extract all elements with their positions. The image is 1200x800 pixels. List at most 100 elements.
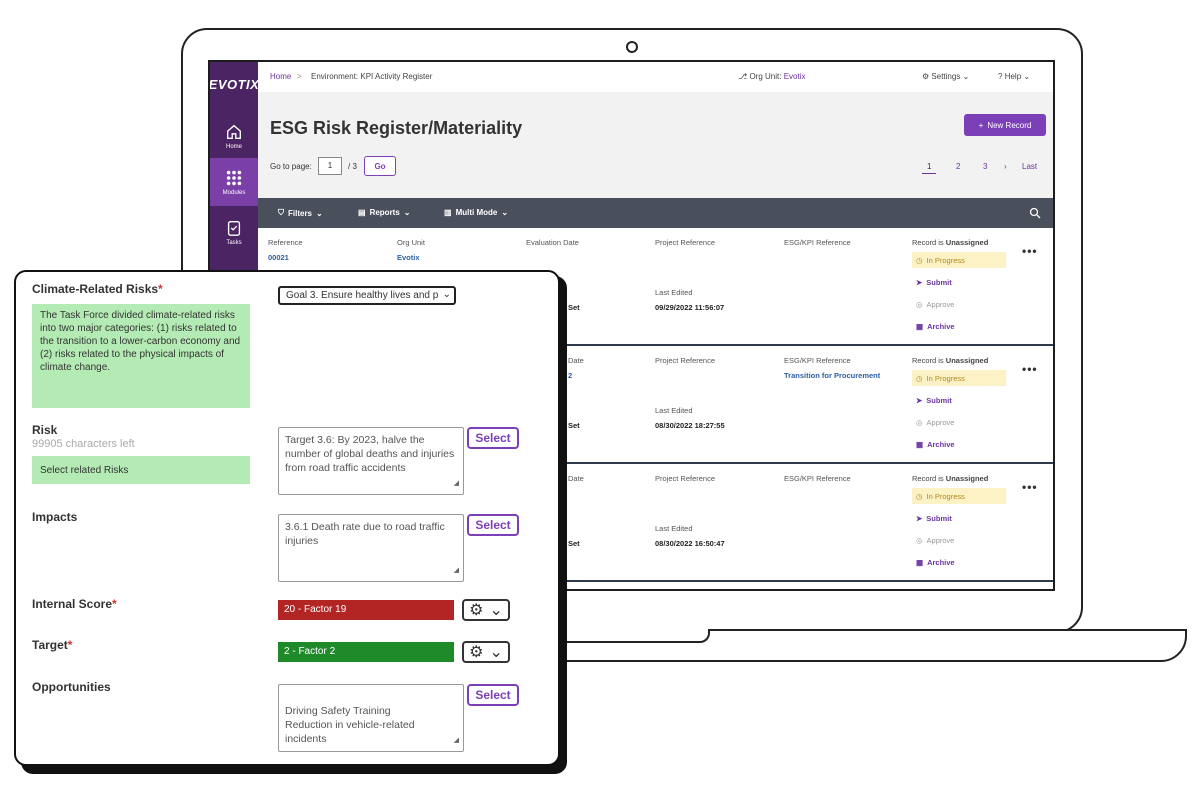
submit-label: Submit — [926, 514, 952, 523]
target-settings-button[interactable]: ⚙ ⌄ — [462, 641, 510, 663]
help-menu[interactable]: ? Help ⌄ — [998, 72, 1030, 81]
archive-icon: ▦ — [916, 558, 924, 567]
esg-kpi-label: ESG/KPI Reference — [784, 474, 851, 483]
org-unit-label: Org Unit — [397, 238, 425, 247]
risk-value: Target 3.6: By 2023, halve the number of… — [285, 434, 455, 474]
gear-icon: ⚙ — [469, 602, 484, 619]
evaluation-date-value[interactable]: 2 — [568, 371, 572, 380]
resize-handle-icon[interactable]: ◢ — [454, 477, 459, 491]
reference-label: Reference — [268, 238, 303, 247]
record-is-label: Record is — [912, 238, 944, 247]
page-1-link[interactable]: 1 — [922, 162, 937, 174]
settings-label: Settings — [931, 72, 961, 81]
archive-button[interactable]: ▦ Archive — [916, 322, 955, 331]
submit-label: Submit — [926, 396, 952, 405]
reference-value[interactable]: 00021 — [268, 253, 289, 262]
risk-hint: Select related Risks — [32, 456, 250, 484]
resize-handle-icon[interactable]: ◢ — [454, 734, 459, 748]
laptop-notch — [555, 629, 710, 643]
status-badge: ◷ In Progress — [912, 488, 1006, 504]
climate-risks-text: Climate-Related Risks — [32, 282, 159, 296]
more-options-icon[interactable]: ••• — [1022, 362, 1038, 376]
gear-icon: ⚙ — [469, 644, 484, 661]
settings-menu[interactable]: ⚙ Settings ⌄ — [922, 72, 969, 81]
chevron-down-icon: ⌄ — [1023, 72, 1031, 81]
submit-button[interactable]: ➤ Submit — [916, 278, 952, 287]
esg-kpi-value[interactable]: Transition for Procurement — [784, 371, 880, 380]
more-options-icon[interactable]: ••• — [1022, 244, 1038, 258]
archive-label: Archive — [927, 558, 955, 567]
internal-score-settings-button[interactable]: ⚙ ⌄ — [462, 599, 510, 621]
chevron-down-icon: ⌄ — [489, 644, 503, 661]
reports-label: Reports — [369, 208, 400, 217]
breadcrumb-separator: > — [297, 72, 302, 81]
archive-button[interactable]: ▦ Archive — [916, 440, 955, 449]
filters-label: Filters — [288, 208, 313, 218]
new-record-button[interactable]: + New Record — [964, 114, 1046, 136]
resize-handle-icon[interactable]: ◢ — [454, 564, 459, 578]
page-2-link[interactable]: 2 — [956, 162, 960, 171]
status-badge: ◷ In Progress — [912, 370, 1006, 386]
org-unit[interactable]: ⎇ Org Unit: Evotix — [738, 72, 806, 81]
filters-button[interactable]: ⛉ Filters ⌄ — [278, 208, 323, 218]
chevron-down-icon: ⌄ — [962, 72, 970, 81]
record-is-label: Record is — [912, 474, 944, 483]
submit-button[interactable]: ➤ Submit — [916, 514, 952, 523]
approve-button[interactable]: ◎ Approve — [916, 418, 954, 427]
opportunities-value: Driving Safety Training Reduction in veh… — [285, 705, 415, 745]
logo[interactable]: EVOTIX — [210, 62, 259, 106]
toolbar: ⛉ Filters ⌄ ▤ Reports ⌄ ▥ Multi Mode ⌄ — [258, 198, 1053, 228]
clipboard-icon — [227, 220, 241, 236]
target-label: Target* — [32, 638, 72, 652]
climate-risks-help: The Task Force divided climate-related r… — [32, 304, 250, 408]
org-unit-value[interactable]: Evotix — [397, 253, 420, 262]
goal-select[interactable]: Goal 3. Ensure healthy lives and p ⌄ — [278, 286, 456, 305]
opportunities-textarea[interactable]: Driving Safety Training Reduction in veh… — [278, 684, 464, 752]
risk-characters-left: 99905 characters left — [32, 438, 135, 450]
project-reference-label: Project Reference — [655, 474, 716, 483]
opportunities-select-button[interactable]: Select — [467, 684, 519, 706]
approve-label: Approve — [926, 536, 955, 545]
last-page-link[interactable]: Last — [1022, 162, 1037, 171]
reports-button[interactable]: ▤ Reports ⌄ — [358, 208, 411, 217]
status-label: In Progress — [926, 491, 965, 501]
goto-page-input[interactable]: 1 — [318, 157, 342, 175]
approve-button[interactable]: ◎ Approve — [916, 536, 954, 545]
sidebar-item-home[interactable]: Home — [210, 112, 258, 160]
next-page-icon[interactable]: › — [1004, 162, 1007, 171]
breadcrumb-home[interactable]: Home — [270, 72, 291, 81]
risk-textarea[interactable]: Target 3.6: By 2023, halve the number of… — [278, 427, 464, 495]
search-icon[interactable] — [1029, 207, 1041, 221]
submit-button[interactable]: ➤ Submit — [916, 396, 952, 405]
evaluation-date-label: Date — [568, 474, 584, 483]
evaluation-date-label: Date — [568, 356, 584, 365]
assignment-status: Record is Unassigned — [912, 474, 988, 483]
status-label: In Progress — [926, 373, 965, 383]
sidebar-item-modules[interactable]: Modules — [210, 158, 258, 206]
approve-label: Approve — [926, 418, 955, 427]
sidebar-item-tasks[interactable]: Tasks — [210, 208, 258, 256]
last-edited-label: Last Edited — [655, 524, 693, 533]
status-badge: ◷ In Progress — [912, 252, 1006, 268]
chevron-down-icon: ⌄ — [316, 208, 323, 218]
assignment-status: Record is Unassigned — [912, 356, 988, 365]
impacts-select-button[interactable]: Select — [467, 514, 519, 536]
last-edited-label: Last Edited — [655, 288, 693, 297]
goto-total: / 3 — [348, 162, 357, 171]
assignment-value: Unassigned — [945, 356, 989, 365]
impacts-value: 3.6.1 Death rate due to road traffic inj… — [285, 521, 445, 547]
risk-select-button[interactable]: Select — [467, 427, 519, 449]
page-3-link[interactable]: 3 — [983, 162, 987, 171]
goal-select-value: Goal 3. Ensure healthy lives and p — [286, 290, 439, 301]
project-reference-label: Project Reference — [655, 356, 716, 365]
last-edited-value: 09/29/2022 11:56:07 — [655, 303, 725, 312]
archive-button[interactable]: ▦ Archive — [916, 558, 955, 567]
impacts-textarea[interactable]: 3.6.1 Death rate due to road traffic inj… — [278, 514, 464, 582]
go-button[interactable]: Go — [364, 156, 396, 176]
help-label: Help — [1004, 72, 1022, 81]
impacts-label: Impacts — [32, 510, 78, 524]
more-options-icon[interactable]: ••• — [1022, 480, 1038, 494]
archive-icon: ▦ — [916, 322, 924, 331]
approve-button[interactable]: ◎ Approve — [916, 300, 954, 309]
multi-mode-button[interactable]: ▥ Multi Mode ⌄ — [444, 208, 508, 217]
